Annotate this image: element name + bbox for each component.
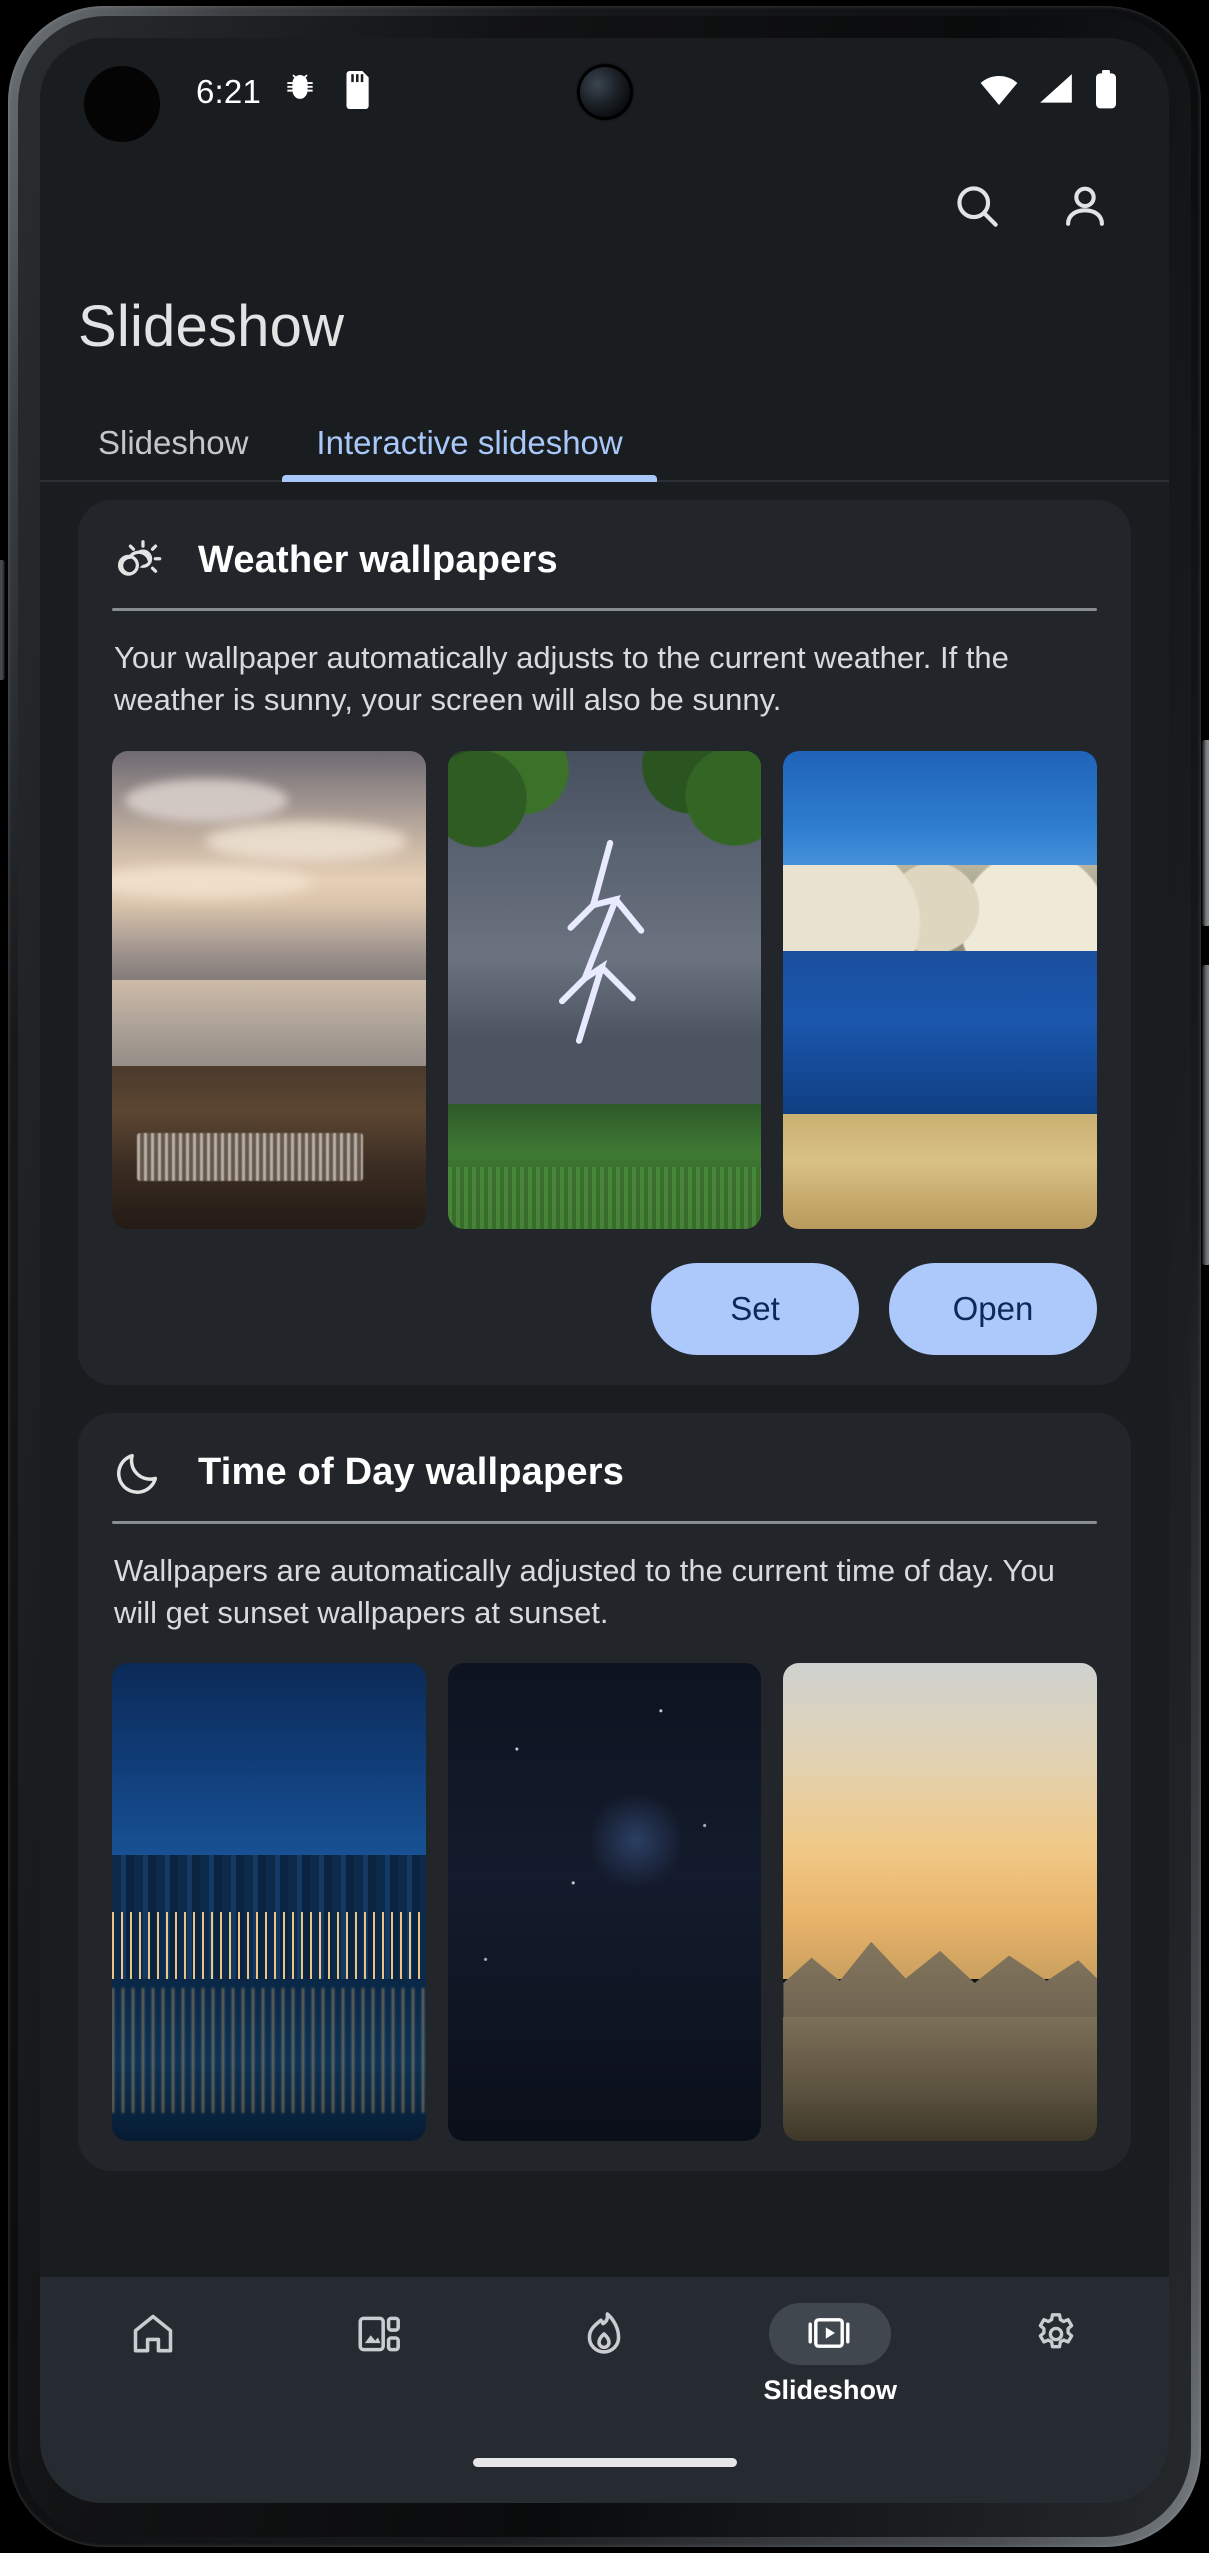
card-description: Your wallpaper automatically adjusts to … xyxy=(114,640,1009,717)
volume-button[interactable] xyxy=(1202,965,1209,1265)
wallpaper-thumbnail[interactable] xyxy=(447,750,762,1229)
nav-item-slideshow[interactable]: Slideshow xyxy=(735,2303,925,2406)
account-circle-icon[interactable] xyxy=(1059,180,1111,232)
scroll-content[interactable]: Weather wallpapers Your wallpaper automa… xyxy=(40,482,1169,2277)
status-bar-right-group xyxy=(979,38,1119,146)
power-button[interactable] xyxy=(1202,740,1209,926)
set-button[interactable]: Set xyxy=(651,1262,859,1355)
wallpaper-thumbnail[interactable] xyxy=(783,750,1098,1229)
flame-icon xyxy=(579,2309,629,2359)
cellular-signal-icon xyxy=(1037,71,1075,114)
wallpaper-thumbnail[interactable] xyxy=(112,1663,426,2142)
nav-item-settings[interactable] xyxy=(961,2303,1151,2375)
top-app-bar xyxy=(40,146,1169,266)
status-bar: 6:21 xyxy=(40,38,1169,146)
sd-card-icon xyxy=(339,70,373,114)
tab-bar: Slideshow Interactive slideshow xyxy=(40,386,1169,482)
slideshow-icon xyxy=(805,2309,855,2359)
card-divider xyxy=(112,608,1097,611)
nav-pill-active xyxy=(769,2303,892,2365)
card-header: Time of Day wallpapers xyxy=(112,1447,1097,1521)
card-time-of-day-wallpapers: Time of Day wallpapers Wallpapers are au… xyxy=(78,1412,1131,2172)
crescent-moon-icon xyxy=(112,1447,164,1499)
card-divider xyxy=(112,1520,1097,1524)
nav-pill xyxy=(995,2303,1117,2365)
left-side-button[interactable] xyxy=(0,560,5,680)
wifi-icon xyxy=(979,70,1019,115)
status-bar-left-dot xyxy=(84,66,160,142)
home-indicator[interactable] xyxy=(472,2458,737,2467)
nav-item-trending[interactable] xyxy=(509,2303,699,2375)
card-title: Weather wallpapers xyxy=(198,538,558,581)
card-title: Time of Day wallpapers xyxy=(198,1451,625,1494)
wallpaper-thumbnail-row xyxy=(112,721,1098,1229)
wallpaper-thumbnail-row xyxy=(112,1633,1098,2142)
partly-cloudy-sun-icon xyxy=(112,534,164,586)
battery-icon xyxy=(1093,69,1119,115)
nav-pill xyxy=(92,2303,214,2365)
nav-item-collections[interactable] xyxy=(284,2303,474,2375)
bottom-navigation-bar: Slideshow xyxy=(40,2277,1169,2503)
page-title: Slideshow xyxy=(78,293,345,359)
wallpaper-app: 6:21 Slideshow Slideshow Interactive sli… xyxy=(40,38,1169,2503)
card-header: Weather wallpapers xyxy=(112,534,1097,608)
card-weather-wallpapers: Weather wallpapers Your wallpaper automa… xyxy=(78,500,1131,1385)
front-camera-punch-hole xyxy=(576,64,633,120)
nav-item-home[interactable] xyxy=(58,2303,248,2375)
wallpaper-thumbnail[interactable] xyxy=(783,1663,1098,2142)
tab-interactive-slideshow[interactable]: Interactive slideshow xyxy=(282,424,658,482)
status-bar-left-group: 6:21 xyxy=(196,38,373,146)
android-bug-icon xyxy=(281,71,319,114)
status-bar-clock: 6:21 xyxy=(196,73,262,110)
nav-pill xyxy=(318,2303,440,2365)
settings-gear-icon xyxy=(1031,2309,1081,2359)
wallpaper-thumbnail[interactable] xyxy=(447,1663,762,2142)
phone-screen: 6:21 Slideshow Slideshow Interactive sli… xyxy=(40,38,1169,2503)
card-actions: Set Open xyxy=(112,1229,1097,1355)
card-description: Wallpapers are automatically adjusted to… xyxy=(114,1552,1055,1630)
nav-label-slideshow: Slideshow xyxy=(763,2375,898,2405)
wallpaper-thumbnail[interactable] xyxy=(112,750,426,1229)
search-icon[interactable] xyxy=(951,180,1003,232)
open-button[interactable]: Open xyxy=(889,1262,1097,1355)
tab-slideshow[interactable]: Slideshow xyxy=(64,424,282,480)
home-icon xyxy=(128,2309,178,2359)
collections-icon xyxy=(354,2309,404,2359)
nav-pill xyxy=(543,2303,665,2365)
